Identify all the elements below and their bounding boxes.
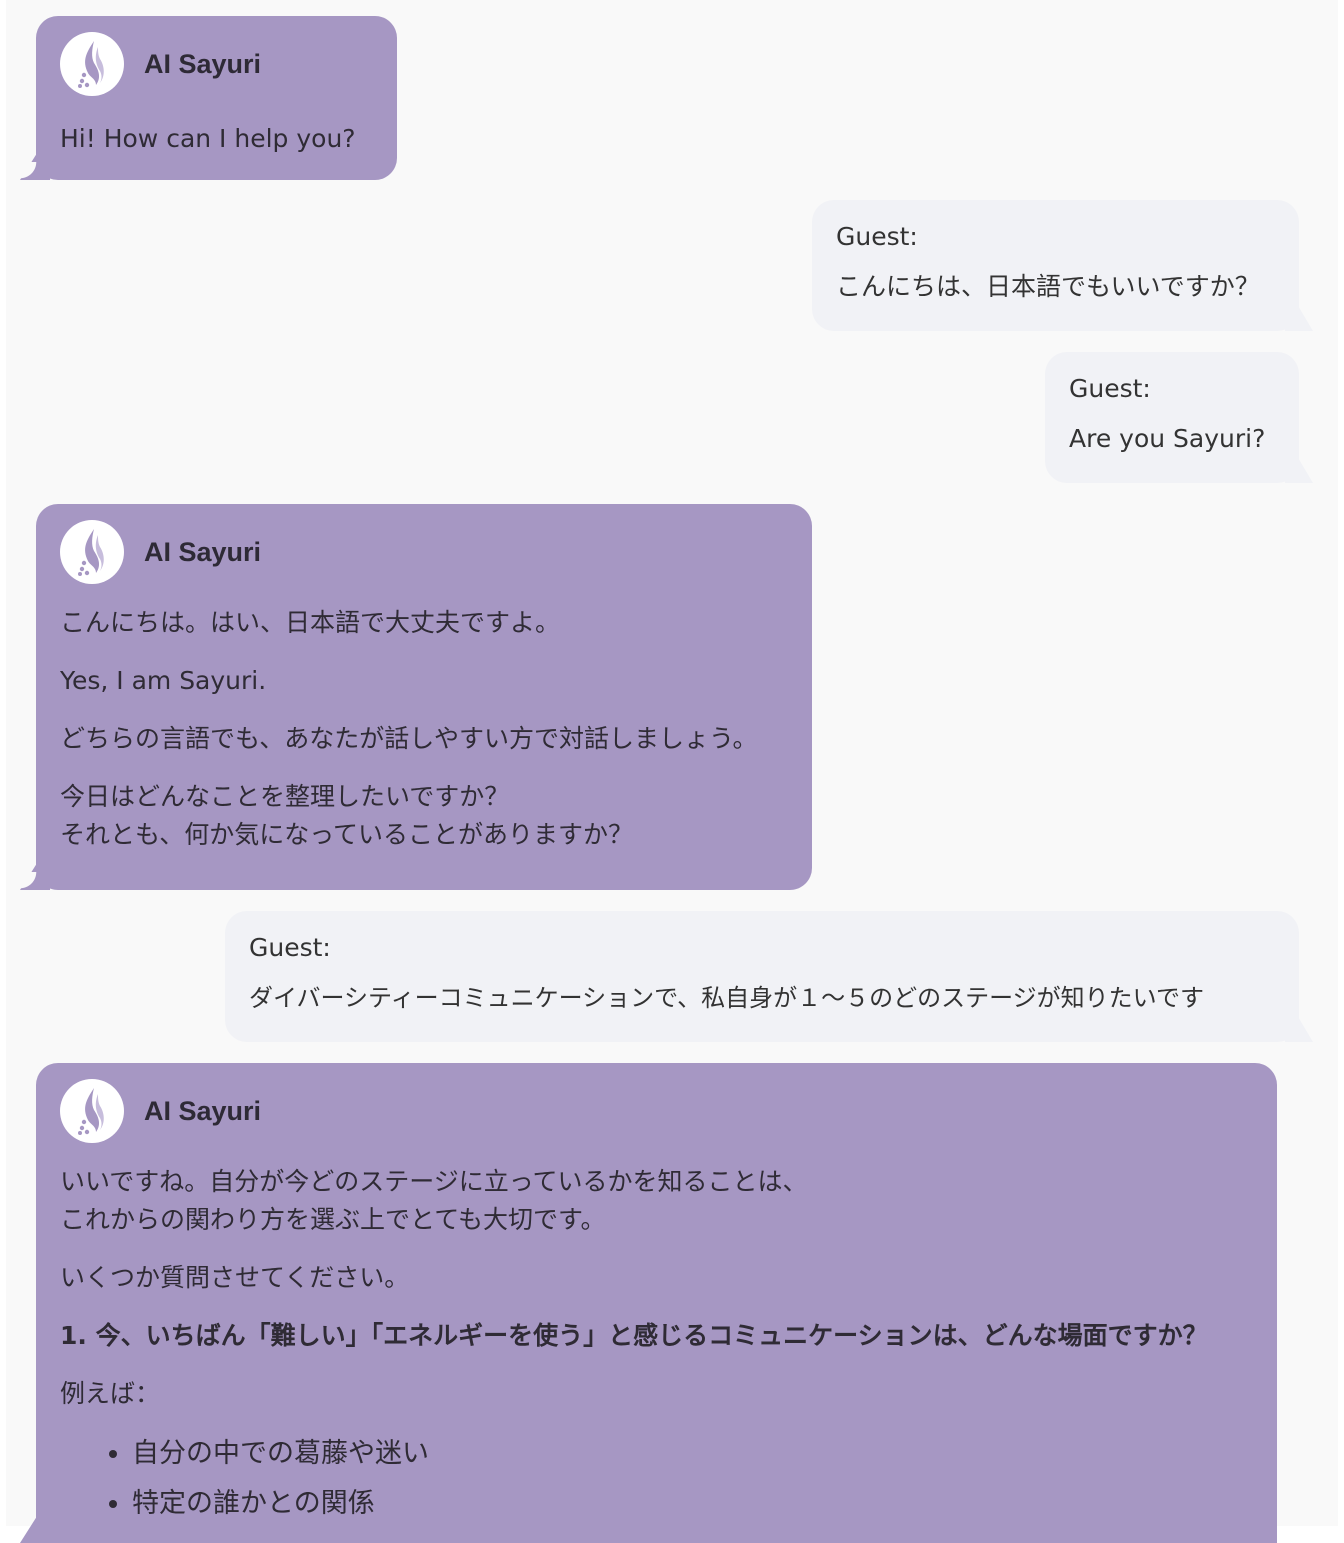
message-text: ダイバーシティーコミュニケーションで、私自身が１～５のどのステージが知りたいです <box>249 984 1204 1012</box>
guest-message: Guest: Are you Sayuri? <box>1045 352 1299 483</box>
message-text: こんにちは、日本語でもいいですか？ <box>836 272 1260 301</box>
bot-message: AI Sayuri Hi! How can I help you? <box>20 16 397 180</box>
sayuri-flame-logo-icon <box>78 1088 104 1135</box>
bot-header: AI Sayuri <box>60 520 788 584</box>
avatar <box>60 1079 124 1143</box>
bot-header: AI Sayuri <box>60 1079 1253 1143</box>
sayuri-flame-logo-icon <box>78 41 104 88</box>
guest-label: Guest: <box>836 222 918 251</box>
message-paragraph: こんにちは。はい、日本語で大丈夫ですよ。 <box>60 608 561 637</box>
message-question: 1. 今、いちばん「難しい」「エネルギーを使う」と感じるコミュニケーションは、ど… <box>60 1321 1208 1350</box>
message-paragraph: 今日はどんなことを整理したいですか？ <box>60 782 510 811</box>
guest-message: Guest: こんにちは、日本語でもいいですか？ <box>812 200 1299 331</box>
bot-name: AI Sayuri <box>144 536 262 567</box>
message-paragraph: いいですね。自分が今どのステージに立っているかを知ることは、 <box>60 1167 808 1196</box>
list-item: 特定の誰かとの関係 <box>132 1479 1253 1529</box>
message-paragraph: それとも、何か気になっていることがありますか？ <box>60 820 634 849</box>
bot-header: AI Sayuri <box>60 32 373 96</box>
message-paragraph: Yes, I am Sayuri. <box>60 666 267 695</box>
bot-name: AI Sayuri <box>144 48 262 79</box>
message-text: Are you Sayuri? <box>1069 424 1266 453</box>
guest-label: Guest: <box>1069 374 1151 403</box>
message-paragraph: 例えば： <box>60 1379 161 1408</box>
avatar <box>60 520 124 584</box>
bullet-list: 自分の中での葛藤や迷い 特定の誰かとの関係 <box>60 1429 1253 1529</box>
avatar <box>60 32 124 96</box>
message-paragraph: これからの関わり方を選ぶ上でとても大切です。 <box>60 1205 606 1234</box>
chat-transcript: AI Sayuri Hi! How can I help you? Guest:… <box>6 0 1338 1543</box>
guest-message: Guest: ダイバーシティーコミュニケーションで、私自身が１～５のどのステージ… <box>225 911 1299 1042</box>
guest-label: Guest: <box>249 933 331 962</box>
bot-message: AI Sayuri いいですね。自分が今どのステージに立っているかを知ることは、… <box>36 1063 1277 1543</box>
message-paragraph: どちらの言語でも、あなたが話しやすい方で対話しましょう。 <box>60 724 758 753</box>
message-paragraph: いくつか質問させてください。 <box>60 1263 410 1292</box>
list-item: 自分の中での葛藤や迷い <box>132 1429 1253 1479</box>
sayuri-flame-logo-icon <box>78 529 104 576</box>
bot-message: AI Sayuri こんにちは。はい、日本語で大丈夫ですよ。 Yes, I am… <box>20 504 812 890</box>
message-text: Hi! How can I help you? <box>60 124 356 153</box>
bot-name: AI Sayuri <box>144 1095 262 1126</box>
